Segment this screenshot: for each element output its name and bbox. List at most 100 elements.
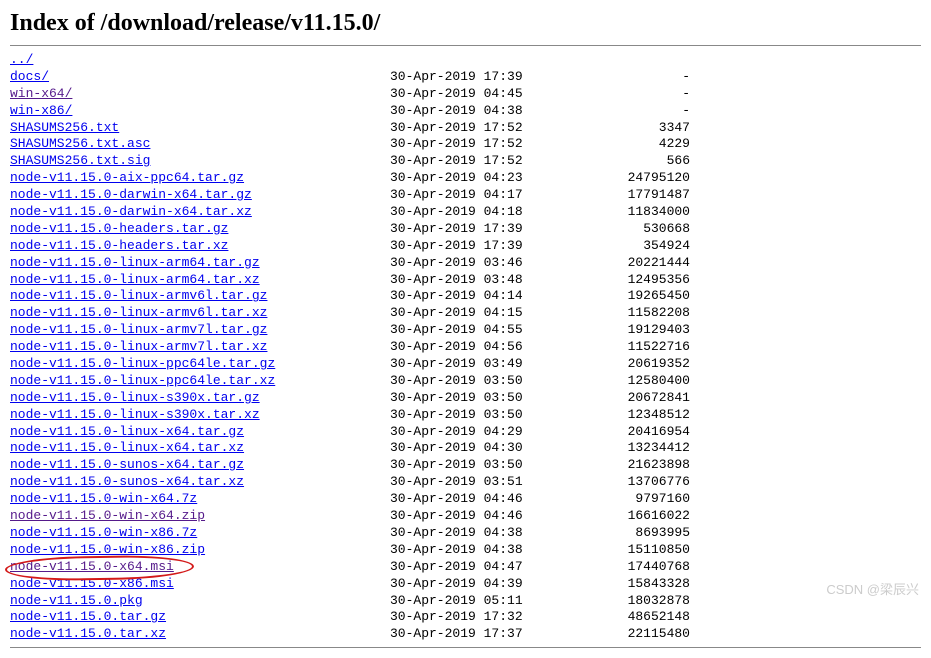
file-listing: ../docs/30-Apr-2019 17:39-win-x64/30-Apr… [10, 52, 921, 643]
file-name-cell: node-v11.15.0-headers.tar.gz [10, 221, 390, 238]
file-size-cell: - [590, 103, 690, 120]
file-row: node-v11.15.0-linux-ppc64le.tar.xz 30-Apr… [10, 373, 921, 390]
parent-directory-link[interactable]: ../ [10, 52, 33, 67]
file-size-cell: 20221444 [590, 255, 690, 272]
file-link[interactable]: node-v11.15.0-linux-arm64.tar.gz [10, 255, 260, 270]
file-date-cell: 30-Apr-2019 03:50 [390, 390, 590, 407]
file-date-cell: 30-Apr-2019 17:52 [390, 153, 590, 170]
file-link[interactable]: SHASUMS256.txt.asc [10, 136, 150, 151]
file-name-cell: win-x64/ [10, 86, 390, 103]
file-link[interactable]: node-v11.15.0-linux-armv6l.tar.gz [10, 288, 267, 303]
file-link[interactable]: node-v11.15.0-linux-armv7l.tar.gz [10, 322, 267, 337]
file-size-cell: 4229 [590, 136, 690, 153]
file-link[interactable]: node-v11.15.0-linux-x64.tar.gz [10, 424, 244, 439]
file-link[interactable]: node-v11.15.0-aix-ppc64.tar.gz [10, 170, 244, 185]
file-link[interactable]: win-x64/ [10, 86, 72, 101]
file-name-cell: node-v11.15.0-linux-ppc64le.tar.xz [10, 373, 390, 390]
file-link[interactable]: node-v11.15.0-darwin-x64.tar.xz [10, 204, 252, 219]
file-link[interactable]: node-v11.15.0-linux-ppc64le.tar.xz [10, 373, 275, 388]
file-link[interactable]: node-v11.15.0-x86.msi [10, 576, 174, 591]
file-date-cell: 30-Apr-2019 05:11 [390, 593, 590, 610]
file-link[interactable]: node-v11.15.0-headers.tar.xz [10, 238, 228, 253]
file-row: SHASUMS256.txt.asc30-Apr-2019 17:524229 [10, 136, 921, 153]
file-row: node-v11.15.0-linux-armv7l.tar.gz30-Apr-… [10, 322, 921, 339]
file-size-cell: 20672841 [590, 390, 690, 407]
file-link[interactable]: node-v11.15.0-win-x86.7z [10, 525, 197, 540]
file-name-cell: node-v11.15.0-linux-armv6l.tar.gz [10, 288, 390, 305]
file-size-cell: - [590, 69, 690, 86]
file-name-cell: node-v11.15.0.tar.xz [10, 626, 390, 643]
file-size-cell: 354924 [590, 238, 690, 255]
file-link[interactable]: node-v11.15.0-sunos-x64.tar.gz [10, 457, 244, 472]
file-link[interactable]: node-v11.15.0-win-x86.zip [10, 542, 205, 557]
file-size-cell: 18032878 [590, 593, 690, 610]
file-name-cell: node-v11.15.0-darwin-x64.tar.gz [10, 187, 390, 204]
file-link[interactable]: node-v11.15.0-linux-armv6l.tar.xz [10, 305, 267, 320]
file-date-cell: 30-Apr-2019 17:39 [390, 69, 590, 86]
file-size-cell: 20619352 [590, 356, 690, 373]
file-date-cell: 30-Apr-2019 04:23 [390, 170, 590, 187]
file-date-cell: 30-Apr-2019 04:47 [390, 559, 590, 576]
file-name-cell: node-v11.15.0-linux-arm64.tar.gz [10, 255, 390, 272]
file-name-cell: node-v11.15.0-x64.msi [10, 559, 390, 576]
file-name-cell: node-v11.15.0-win-x86.7z [10, 525, 390, 542]
file-link[interactable]: SHASUMS256.txt [10, 120, 119, 135]
file-link[interactable]: node-v11.15.0-linux-x64.tar.xz [10, 440, 244, 455]
file-link[interactable]: node-v11.15.0-win-x64.7z [10, 491, 197, 506]
file-name-cell: node-v11.15.0-linux-s390x.tar.xz [10, 407, 390, 424]
file-date-cell: 30-Apr-2019 04:38 [390, 542, 590, 559]
file-row: node-v11.15.0-linux-ppc64le.tar.gz30-Apr… [10, 356, 921, 373]
file-link[interactable]: node-v11.15.0-linux-s390x.tar.xz [10, 407, 260, 422]
file-name-cell: node-v11.15.0-linux-armv6l.tar.xz [10, 305, 390, 322]
file-date-cell: 30-Apr-2019 04:38 [390, 525, 590, 542]
file-date-cell: 30-Apr-2019 04:46 [390, 491, 590, 508]
file-row: node-v11.15.0-aix-ppc64.tar.gz 30-Apr-201… [10, 170, 921, 187]
file-size-cell: 24795120 [590, 170, 690, 187]
file-row: node-v11.15.0-headers.tar.gz 30-Apr-2019 … [10, 221, 921, 238]
file-link[interactable]: node-v11.15.0.tar.gz [10, 609, 166, 624]
file-size-cell: 15843328 [590, 576, 690, 593]
file-date-cell: 30-Apr-2019 17:32 [390, 609, 590, 626]
file-size-cell: 12348512 [590, 407, 690, 424]
page-title: Index of /download/release/v11.15.0/ [10, 10, 921, 37]
file-date-cell: 30-Apr-2019 17:37 [390, 626, 590, 643]
divider-bottom [10, 647, 921, 648]
file-link[interactable]: node-v11.15.0-darwin-x64.tar.gz [10, 187, 252, 202]
file-link[interactable]: node-v11.15.0-linux-s390x.tar.gz [10, 390, 260, 405]
file-size-cell: 19129403 [590, 322, 690, 339]
file-name-cell: node-v11.15.0-win-x86.zip [10, 542, 390, 559]
file-date-cell: 30-Apr-2019 17:39 [390, 221, 590, 238]
file-link[interactable]: SHASUMS256.txt.sig [10, 153, 150, 168]
file-size-cell: - [590, 86, 690, 103]
file-link[interactable]: node-v11.15.0-headers.tar.gz [10, 221, 228, 236]
file-name-cell: node-v11.15.0-headers.tar.xz [10, 238, 390, 255]
file-link[interactable]: node-v11.15.0-win-x64.zip [10, 508, 205, 523]
file-size-cell: 15110850 [590, 542, 690, 559]
file-name-cell: SHASUMS256.txt [10, 120, 390, 137]
file-name-cell: node-v11.15.0-linux-s390x.tar.gz [10, 390, 390, 407]
file-link[interactable]: node-v11.15.0.pkg [10, 593, 143, 608]
file-size-cell: 8693995 [590, 525, 690, 542]
file-link[interactable]: node-v11.15.0-linux-ppc64le.tar.gz [10, 356, 275, 371]
file-row: node-v11.15.0-linux-s390x.tar.xz30-Apr-2… [10, 407, 921, 424]
file-name-cell: node-v11.15.0-linux-x64.tar.xz [10, 440, 390, 457]
file-date-cell: 30-Apr-2019 04:45 [390, 86, 590, 103]
file-link[interactable]: node-v11.15.0-linux-arm64.tar.xz [10, 272, 260, 287]
file-link[interactable]: node-v11.15.0-sunos-x64.tar.xz [10, 474, 244, 489]
file-size-cell: 12495356 [590, 272, 690, 289]
file-row: node-v11.15.0-linux-armv6l.tar.xz30-Apr-… [10, 305, 921, 322]
file-row: win-x64/30-Apr-2019 04:45- [10, 86, 921, 103]
file-link[interactable]: node-v11.15.0-linux-armv7l.tar.xz [10, 339, 267, 354]
file-size-cell: 19265450 [590, 288, 690, 305]
file-name-cell: node-v11.15.0-win-x64.zip [10, 508, 390, 525]
file-row: node-v11.15.0-x64.msi30-Apr-2019 04:4717… [10, 559, 921, 576]
file-link[interactable]: docs/ [10, 69, 49, 84]
file-link[interactable]: win-x86/ [10, 103, 72, 118]
file-date-cell: 30-Apr-2019 03:50 [390, 373, 590, 390]
file-size-cell: 566 [590, 153, 690, 170]
file-row: docs/30-Apr-2019 17:39- [10, 69, 921, 86]
file-size-cell: 11522716 [590, 339, 690, 356]
file-link[interactable]: node-v11.15.0.tar.xz [10, 626, 166, 641]
file-size-cell: 9797160 [590, 491, 690, 508]
file-link[interactable]: node-v11.15.0-x64.msi [10, 559, 174, 574]
